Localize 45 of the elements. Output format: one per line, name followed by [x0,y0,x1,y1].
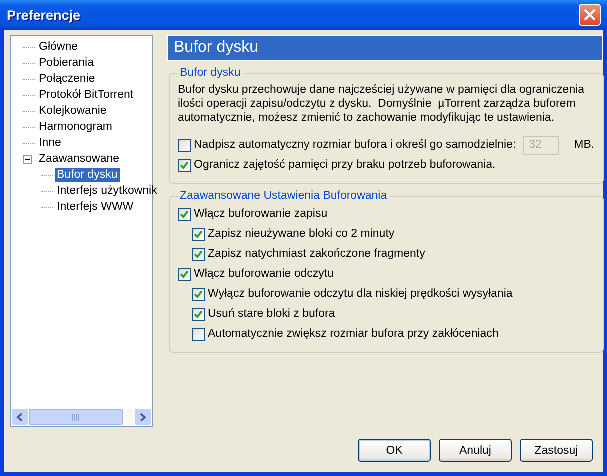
checkbox[interactable] [192,308,205,320]
checkbox-label[interactable]: Automatycznie zwiększ rozmiar bufora przy zakłóceniach [208,328,499,340]
unit-label: MB. [574,139,595,151]
checkbox[interactable] [178,208,191,220]
checkbox-label[interactable]: Usuń stare bloki z bufora [208,308,336,320]
group-title: Zaawansowane Ustawienia Buforowania [179,190,388,202]
checkbox[interactable] [192,248,205,260]
dialog-button[interactable]: Zastosuj [520,439,593,462]
checkbox-label[interactable]: Zapisz natychmiast zakończone fragmenty [208,248,426,260]
checkbox-label[interactable]: Włącz buforowanie zapisu [194,208,328,220]
scroll-right-button[interactable] [135,409,151,425]
checkbox[interactable] [178,158,191,172]
checkbox-label[interactable]: Zapisz nieużywane bloki co 2 minuty [208,228,395,240]
chevron-right-icon [139,412,147,422]
tree-item[interactable]: Pobierania [37,56,96,70]
close-icon [584,9,596,21]
tree-item[interactable]: Bufor dysku [55,168,120,182]
group-title: Bufor dysku [179,67,242,79]
scroll-left-button[interactable] [12,409,28,425]
checkbox-label[interactable]: Wyłącz buforowanie odczytu dla niskiej prędkości wysyłania [208,288,513,300]
tree-item[interactable]: Protokół BitTorrent [37,88,136,102]
tree-item[interactable]: Interfejs użytkownik [55,184,160,198]
horizontal-scrollbar[interactable] [12,409,151,425]
close-button[interactable] [579,4,601,26]
checkbox-label[interactable]: Ogranicz zajętość pamięci przy braku potrzeb buforowania. [194,159,496,171]
checkbox[interactable] [178,268,191,280]
page-title: Bufor dysku [174,39,258,57]
collapse-icon[interactable] [23,154,32,164]
tree-item[interactable]: Kolejkowanie [37,104,109,118]
dialog-button[interactable]: OK [358,439,431,462]
checkbox-label[interactable]: Włącz buforowanie odczytu [194,268,334,280]
window-title: Preferencje [7,8,81,22]
tree-item[interactable]: Zaawansowane [37,152,122,166]
checkbox[interactable] [192,328,205,340]
checkbox[interactable] [192,288,205,300]
checkbox[interactable] [192,228,205,240]
description-text: Bufor dysku przechowuje dane najcześciej używane w pamięci dla ograniczenia ilości operacji zapisu/odczytu z dysku. Domyślnie µTorrent zarządza buforem automatycznie, możesz zmienić to zachowanie modyfikując te ustawienia. [178,83,586,125]
chevron-left-icon [16,412,24,422]
tree-item[interactable]: Połączenie [37,72,98,86]
tree-item[interactable]: Główne [37,40,80,54]
tree-item[interactable]: Interfejs WWW [55,200,136,214]
scroll-thumb[interactable] [29,409,123,425]
tree-item[interactable]: Inne [37,136,64,150]
tree-item[interactable]: Harmonogram [37,120,114,134]
dialog-button[interactable]: Anuluj [439,439,512,462]
